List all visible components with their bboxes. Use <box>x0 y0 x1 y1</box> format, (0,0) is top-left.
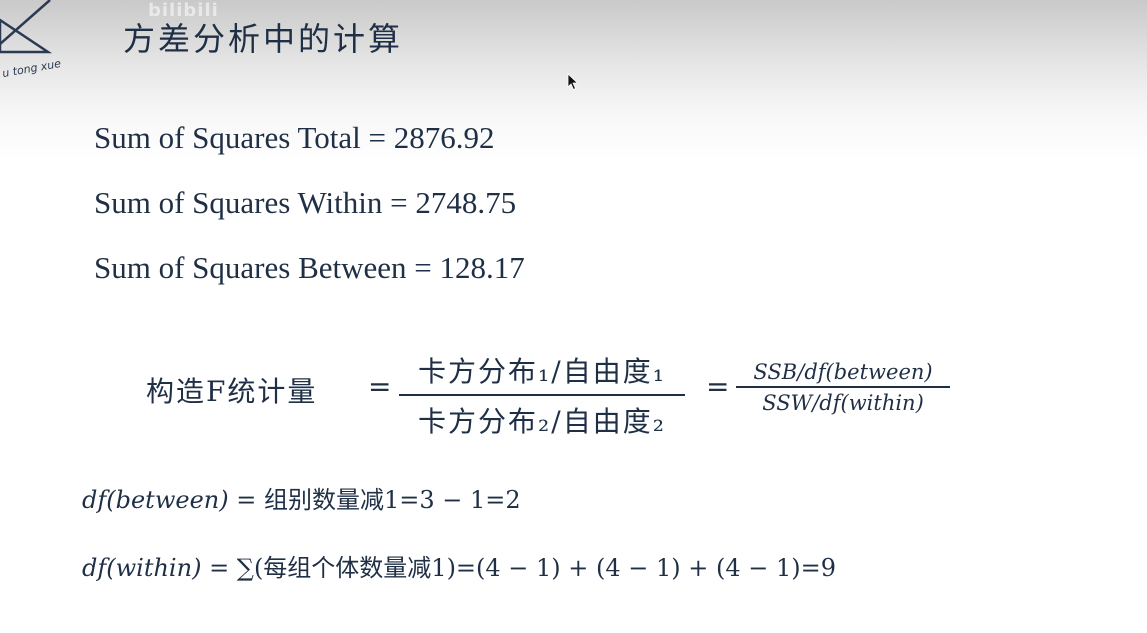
fraction-bar <box>736 386 950 388</box>
fraction-denominator: 卡方分布₂/自由度₂ <box>418 405 666 438</box>
df-between-lhs: df(between) <box>82 486 229 514</box>
ss-fraction: SSB/df(between) SSW/df(within) <box>736 360 950 415</box>
fraction-bar <box>399 394 685 396</box>
f-statistic-label: 构造F统计量 <box>146 375 318 408</box>
df-within-lhs: df(within) <box>82 554 202 582</box>
mouse-cursor-icon <box>567 73 579 91</box>
df-between-formula: df(between) = 组别数量减1=3 − 1=2 <box>82 480 521 515</box>
df-within-formula: df(within) = ∑(每组个体数量减1)=(4 − 1) + (4 − … <box>82 548 836 583</box>
chi-square-fraction: 卡方分布₁/自由度₁ 卡方分布₂/自由度₂ <box>399 350 685 440</box>
sum-squares-within: Sum of Squares Within = 2748.75 <box>94 185 517 220</box>
df-within-rhs: = ∑(每组个体数量减1)=(4 − 1) + (4 − 1) + (4 − 1… <box>201 554 837 582</box>
df-between-rhs: = 组别数量减1=3 − 1=2 <box>228 486 521 514</box>
f-statistic-formula: 构造F统计量 = 卡方分布₁/自由度₁ 卡方分布₂/自由度₂ = SSB/df(… <box>146 350 976 440</box>
sum-squares-total: Sum of Squares Total = 2876.92 <box>94 120 495 155</box>
equals-sign: = <box>368 370 392 403</box>
equals-sign: = <box>706 370 730 403</box>
fraction-numerator: SSB/df(between) <box>753 360 933 384</box>
fraction-denominator: SSW/df(within) <box>762 391 924 415</box>
sum-squares-between: Sum of Squares Between = 128.17 <box>94 250 525 285</box>
fraction-numerator: 卡方分布₁/自由度₁ <box>418 355 666 388</box>
slide-title: 方差分析中的计算 <box>123 20 404 58</box>
